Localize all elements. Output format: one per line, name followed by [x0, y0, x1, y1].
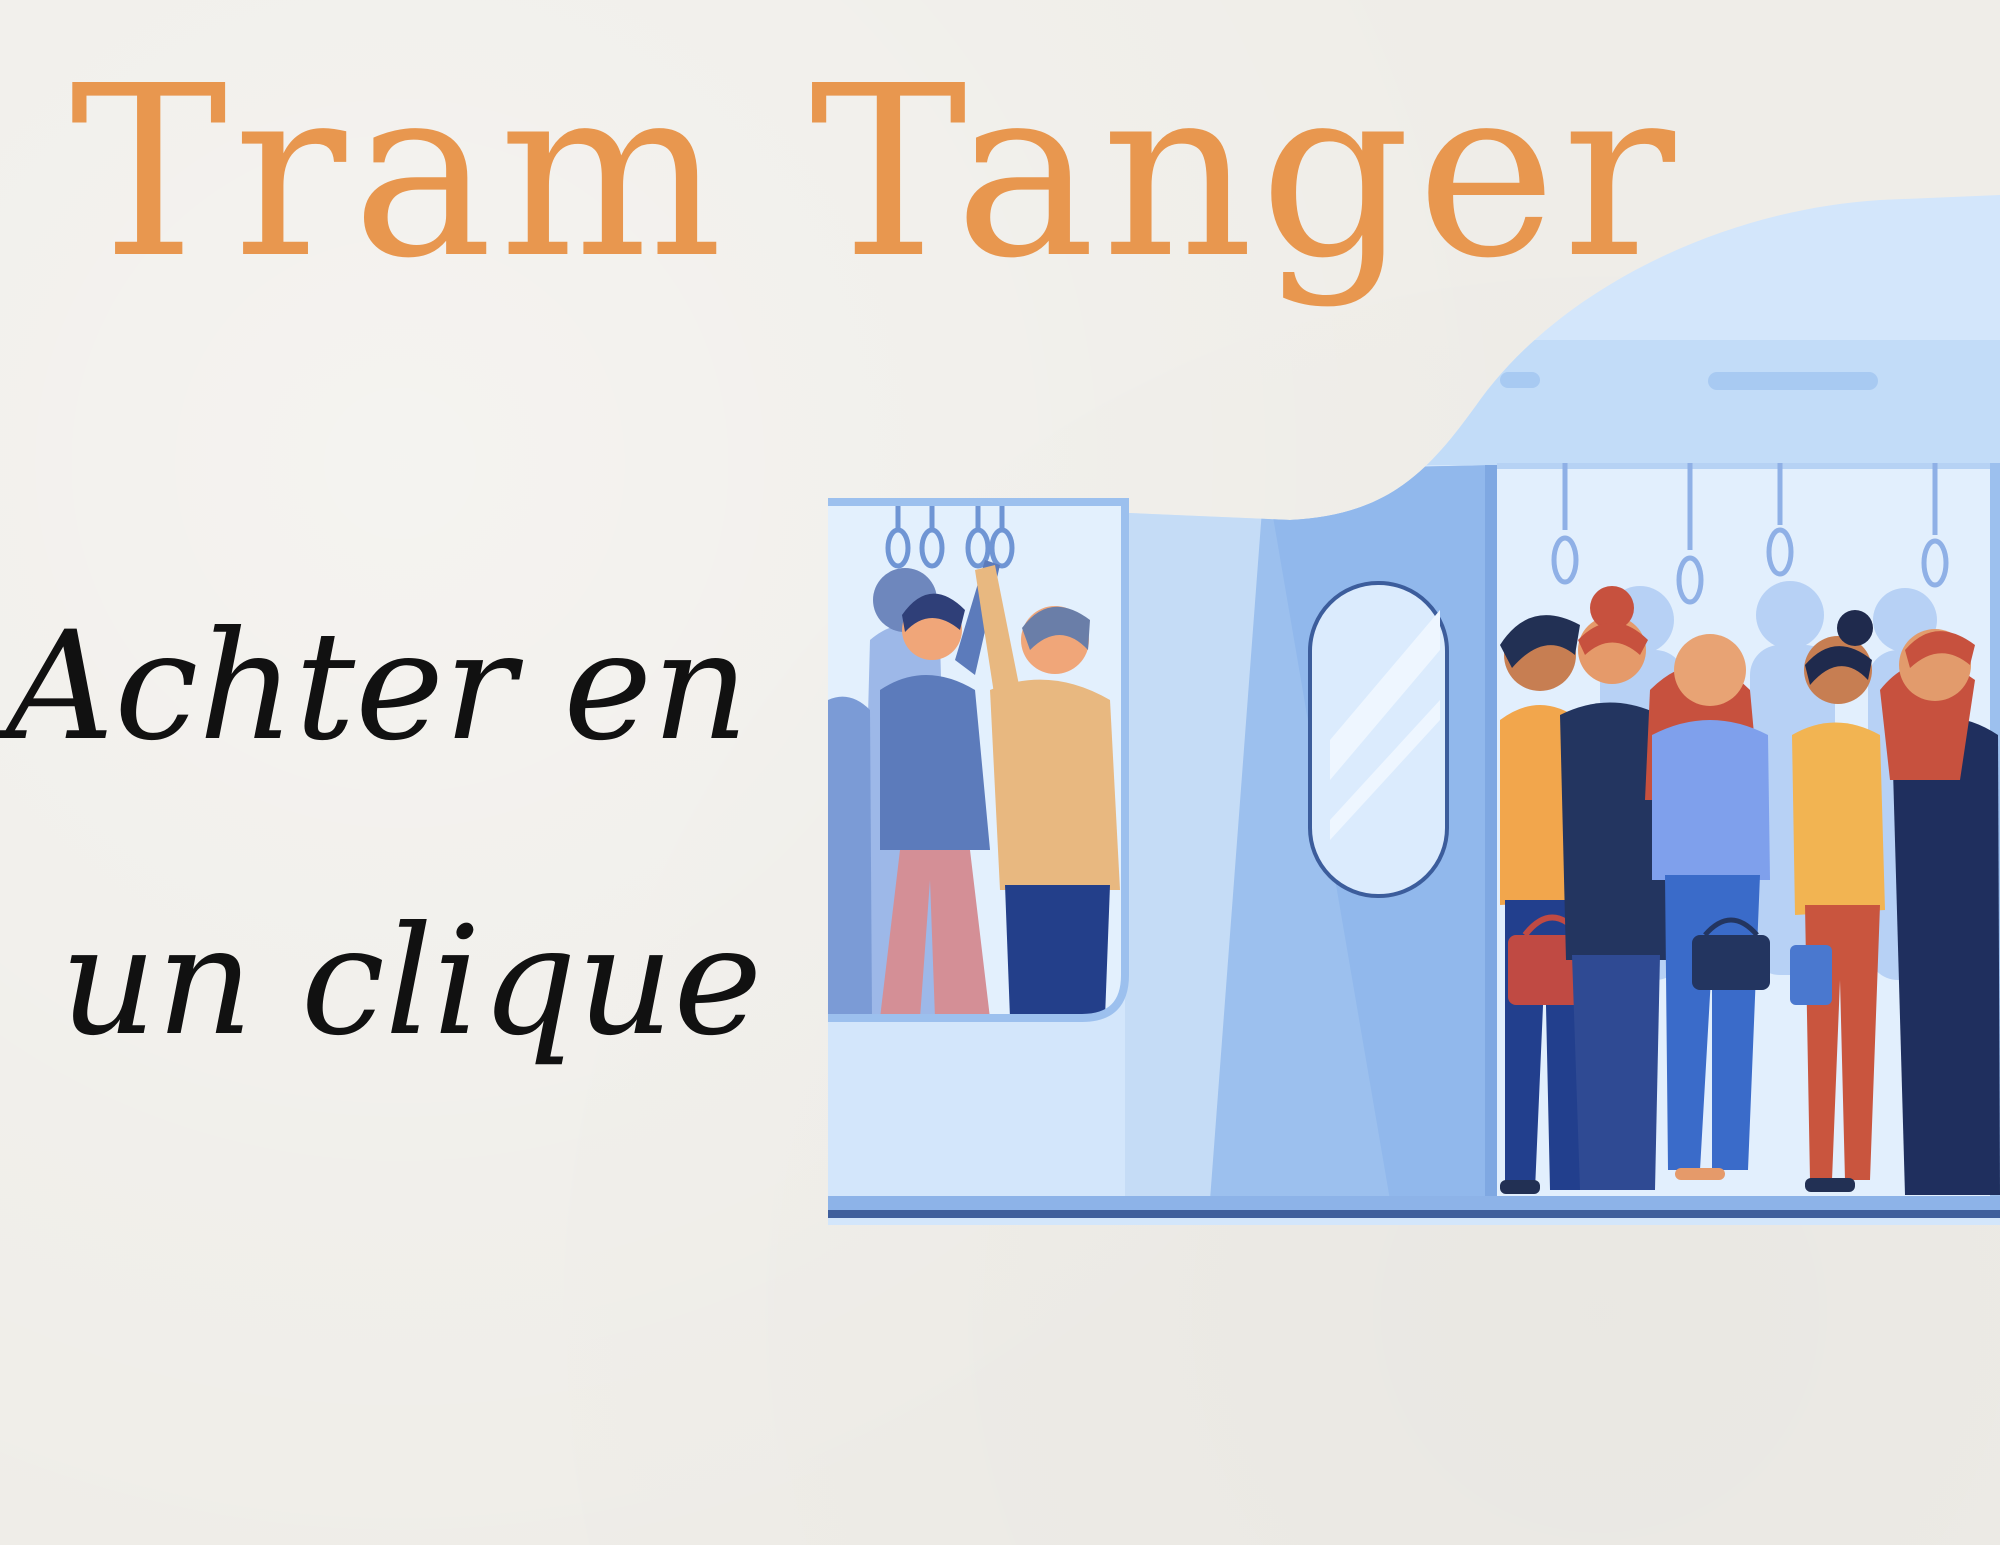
passenger	[990, 679, 1120, 890]
handbag	[1790, 945, 1832, 1005]
tram-passengers-illustration	[828, 195, 2000, 1225]
roof-light	[1708, 372, 1878, 390]
passenger	[880, 675, 990, 850]
handbag	[1692, 935, 1770, 990]
left-window	[828, 502, 1125, 1018]
tram-roof	[1380, 340, 2000, 465]
